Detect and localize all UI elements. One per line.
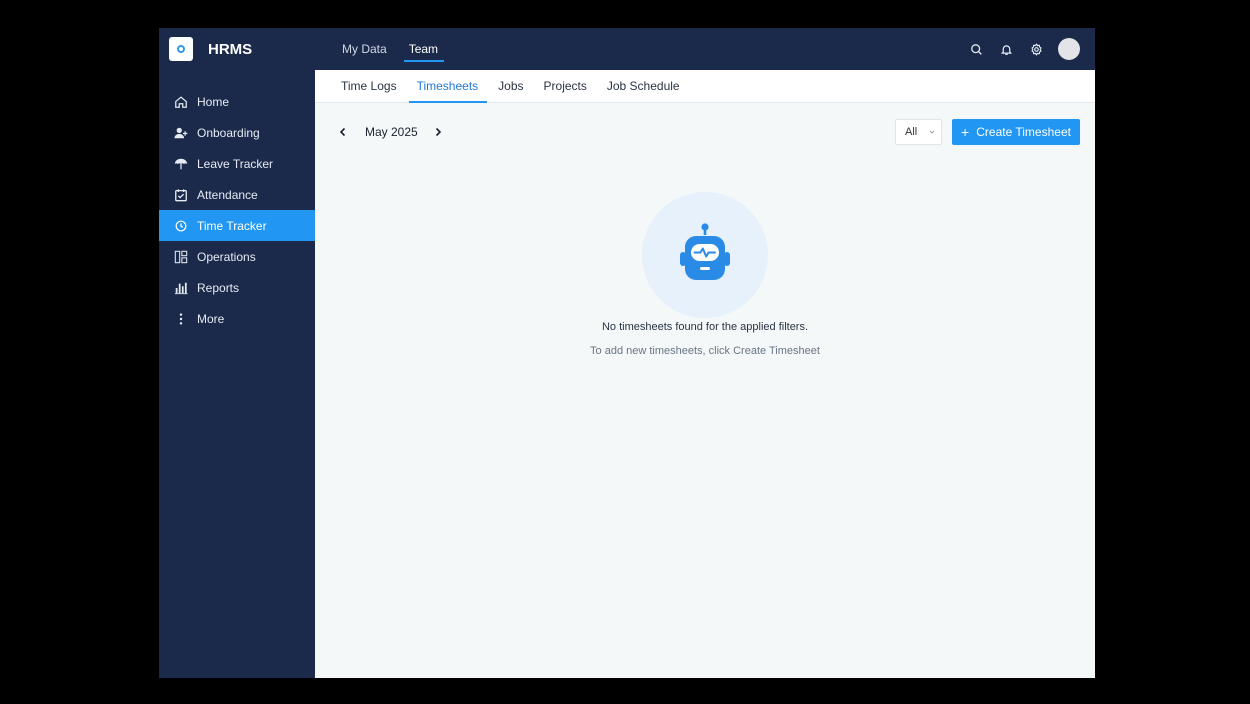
sidebar: HRMS Home Onboarding Leave Tracker Atten… — [159, 28, 315, 678]
month-navigator: May 2025 — [335, 124, 446, 140]
more-vertical-icon — [174, 312, 188, 326]
sidebar-item-label: Home — [197, 94, 230, 109]
bell-icon[interactable] — [998, 41, 1014, 57]
avatar[interactable] — [1058, 38, 1080, 60]
create-timesheet-button[interactable]: + Create Timesheet — [952, 119, 1080, 145]
tab-projects[interactable]: Projects — [544, 70, 587, 103]
user-plus-icon — [174, 126, 188, 140]
umbrella-icon — [174, 157, 188, 171]
empty-state-title: No timesheets found for the applied filt… — [601, 321, 809, 333]
sidebar-item-leave-tracker[interactable]: Leave Tracker — [159, 148, 315, 179]
tab-my-data[interactable]: My Data — [342, 28, 387, 70]
sidebar-item-home[interactable]: Home — [159, 86, 315, 117]
clock-icon — [174, 219, 188, 233]
gear-icon[interactable] — [1028, 41, 1044, 57]
sidebar-item-onboarding[interactable]: Onboarding — [159, 117, 315, 148]
sidebar-item-label: Operations — [197, 249, 256, 264]
calendar-check-icon — [174, 188, 188, 202]
sidebar-item-label: Time Tracker — [197, 218, 267, 233]
layout-icon — [174, 250, 188, 264]
chevron-down-icon — [929, 130, 935, 134]
main-area: My Data Team Time Logs Timesheets Jobs P… — [315, 28, 1095, 678]
sidebar-nav: Home Onboarding Leave Tracker Attendance — [159, 86, 315, 334]
filter-select-value: All — [905, 126, 918, 138]
top-actions — [954, 28, 1080, 70]
chevron-left-icon[interactable] — [335, 124, 351, 140]
sidebar-item-label: Onboarding — [197, 125, 260, 140]
brand[interactable]: HRMS — [159, 28, 315, 70]
bar-chart-icon — [174, 281, 188, 295]
filter-select[interactable]: All — [895, 119, 942, 145]
brand-logo — [169, 37, 193, 61]
tab-team[interactable]: Team — [403, 28, 445, 70]
toolbar: May 2025 All + Create Timesheet — [335, 119, 1080, 145]
sidebar-item-time-tracker[interactable]: Time Tracker — [159, 210, 315, 241]
tab-jobs[interactable]: Jobs — [498, 70, 523, 103]
month-label: May 2025 — [365, 125, 418, 139]
app-window: HRMS Home Onboarding Leave Tracker Atten… — [159, 28, 1095, 678]
tab-job-schedule[interactable]: Job Schedule — [607, 70, 680, 103]
empty-state-illustration — [642, 192, 768, 318]
search-icon[interactable] — [968, 41, 984, 57]
toolbar-actions: All + Create Timesheet — [895, 119, 1080, 145]
tab-time-logs[interactable]: Time Logs — [341, 70, 397, 103]
sidebar-item-attendance[interactable]: Attendance — [159, 179, 315, 210]
sidebar-item-label: Attendance — [197, 187, 258, 202]
home-icon — [174, 95, 188, 109]
sidebar-item-reports[interactable]: Reports — [159, 272, 315, 303]
top-bar: My Data Team — [315, 28, 1095, 70]
empty-state-subtitle: To add new timesheets, click Create Time… — [590, 345, 820, 357]
content-area: May 2025 All + Create Timesheet No times… — [315, 103, 1095, 678]
sidebar-item-more[interactable]: More — [159, 303, 315, 334]
empty-state: No timesheets found for the applied filt… — [315, 192, 1095, 357]
plus-icon: + — [961, 124, 970, 140]
sidebar-item-label: Leave Tracker — [197, 156, 274, 171]
sidebar-item-operations[interactable]: Operations — [159, 241, 315, 272]
sidebar-item-label: More — [197, 311, 225, 326]
tab-timesheets[interactable]: Timesheets — [408, 70, 487, 103]
brand-name: HRMS — [208, 40, 253, 58]
robot-icon — [680, 223, 730, 280]
create-timesheet-label: Create Timesheet — [976, 125, 1071, 139]
chevron-right-icon[interactable] — [430, 124, 446, 140]
sub-tabs: Time Logs Timesheets Jobs Projects Job S… — [315, 70, 1095, 103]
sidebar-item-label: Reports — [197, 280, 240, 295]
